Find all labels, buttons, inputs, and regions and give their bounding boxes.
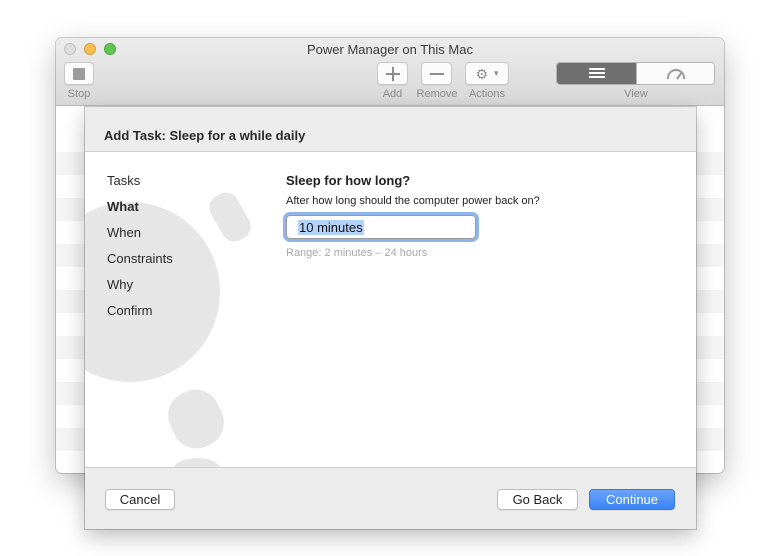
- step-what[interactable]: What: [107, 199, 173, 225]
- step-confirm[interactable]: Confirm: [107, 303, 173, 329]
- step-tasks[interactable]: Tasks: [107, 173, 173, 199]
- sheet-header: Add Task: Sleep for a while daily: [85, 107, 696, 152]
- actions-label: Actions: [468, 88, 506, 100]
- add-label: Add: [382, 88, 403, 100]
- gauge-icon: [666, 68, 685, 79]
- continue-button[interactable]: Continue: [589, 489, 675, 510]
- toolbar: Power Manager on This Mac Stop Add Remov…: [56, 38, 724, 106]
- stop-icon: [73, 67, 85, 80]
- actions-menu-button[interactable]: ⚙ ▾: [465, 62, 509, 85]
- step-when[interactable]: When: [107, 225, 173, 251]
- view-label: View: [624, 88, 648, 100]
- window-title: Power Manager on This Mac: [307, 42, 473, 57]
- sheet-title: Add Task: Sleep for a while daily: [104, 128, 306, 143]
- list-view-segment[interactable]: [557, 63, 636, 84]
- question-heading: Sleep for how long?: [286, 173, 411, 188]
- add-button[interactable]: [377, 62, 408, 85]
- step-constraints[interactable]: Constraints: [107, 251, 173, 277]
- gauge-view-segment[interactable]: [636, 63, 714, 84]
- stop-label: Stop: [67, 88, 91, 100]
- wizard-steps: Tasks What When Constraints Why Confirm: [107, 173, 173, 329]
- gear-icon: ⚙: [475, 65, 489, 82]
- cancel-button[interactable]: Cancel: [105, 489, 175, 510]
- remove-button[interactable]: [421, 62, 452, 85]
- remove-label: Remove: [416, 88, 458, 100]
- step-content: Sleep for how long? After how long shoul…: [286, 173, 676, 259]
- step-why[interactable]: Why: [107, 277, 173, 303]
- duration-input[interactable]: 10 minutes: [286, 215, 476, 239]
- duration-value[interactable]: 10 minutes: [298, 219, 364, 235]
- view-segmented-control: [556, 62, 715, 85]
- add-task-sheet: Add Task: Sleep for a while daily Tasks …: [85, 107, 696, 529]
- chevron-down-icon: ▾: [494, 68, 499, 78]
- plus-icon: [385, 66, 400, 81]
- sheet-body: Tasks What When Constraints Why Confirm …: [85, 152, 696, 468]
- stop-button[interactable]: [64, 62, 94, 85]
- list-view-icon: [588, 68, 605, 79]
- question-prompt: After how long should the computer power…: [286, 195, 540, 207]
- range-hint: Range: 2 minutes – 24 hours: [286, 247, 428, 259]
- go-back-button[interactable]: Go Back: [497, 489, 578, 510]
- minus-icon: [429, 67, 444, 81]
